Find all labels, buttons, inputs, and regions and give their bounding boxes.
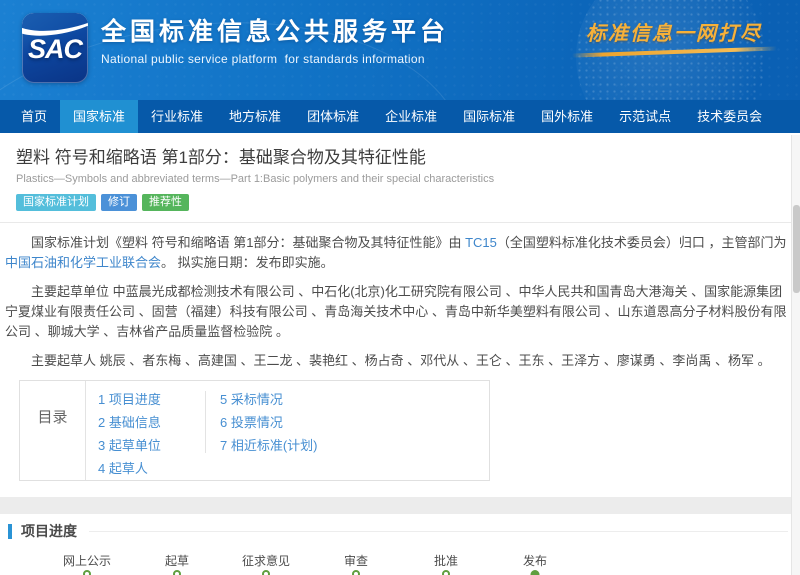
heading-rule	[89, 530, 788, 532]
scrollbar-track[interactable]	[791, 135, 800, 575]
toc-link-起草单位[interactable]: 3 起草单位	[98, 434, 205, 457]
badge-修订: 修订	[101, 194, 137, 211]
tc15-link[interactable]: TC15	[465, 235, 497, 250]
toc-link-采标情况[interactable]: 5 采标情况	[220, 388, 318, 411]
progress-heading: 项目进度	[21, 523, 77, 539]
toc-link-相近标准(计划)[interactable]: 7 相近标准(计划)	[220, 434, 318, 457]
toc-link-基础信息[interactable]: 2 基础信息	[98, 411, 205, 434]
nav-item-团体标准[interactable]: 团体标准	[294, 100, 372, 133]
standard-title-block: 塑料 符号和缩略语 第1部分：基础聚合物及其特征性能 Plastics—Symb…	[0, 133, 800, 211]
scrollbar-thumb[interactable]	[793, 205, 800, 293]
badge-推荐性: 推荐性	[142, 194, 189, 211]
summary-paragraph-drafting-units: 主要起草单位 中蓝晨光成都检测技术有限公司 、中石化(北京)化工研究院有限公司 …	[5, 284, 787, 339]
site-header: SAC 全国标准信息公共服务平台 National public service…	[0, 0, 800, 100]
timeline-step-dot	[530, 570, 540, 575]
app: SAC 全国标准信息公共服务平台 National public service…	[0, 0, 800, 575]
sac-logo-text: SAC	[27, 34, 83, 64]
badges: 国家标准计划 修订 推荐性	[16, 194, 784, 211]
site-title: 全国标准信息公共服务平台	[101, 18, 450, 46]
nav-item-示范试点[interactable]: 示范试点	[606, 100, 684, 133]
timeline-step-label: 征求意见	[241, 554, 291, 568]
slogan: 标准信息一网打尽	[558, 17, 790, 58]
toc-col-2: 5 采标情况 6 投票情况 7 相近标准(计划)	[220, 388, 318, 480]
timeline-step-label: 发布	[522, 554, 548, 568]
nav-item-技术委员会[interactable]: 技术委员会	[684, 100, 775, 133]
toc-columns: 1 项目进度 2 基础信息 3 起草单位 4 起草人 5 采标情况 6 投票情况 7 相近…	[86, 381, 318, 480]
p1-text: 。 拟实施日期：发布即实施。	[161, 255, 334, 270]
badge-国家标准计划: 国家标准计划	[16, 194, 96, 211]
timeline-step-dot	[442, 570, 450, 575]
summary-paragraph-drafters: 主要起草人 姚辰 、者东梅 、高建国 、王二龙 、裴艳红 、杨占奇 、邓代从 、…	[31, 353, 771, 368]
summary-paragraph-1: 国家标准计划《塑料 符号和缩略语 第1部分：基础聚合物及其特征性能》由 TC15…	[5, 233, 790, 273]
toc-column-divider	[205, 391, 206, 453]
page-title-english: Plastics—Symbols and abbreviated terms—P…	[16, 173, 495, 185]
nav-item-首页[interactable]: 首页	[8, 100, 60, 133]
nav-item-地方标准[interactable]: 地方标准	[216, 100, 294, 133]
timeline-step-dot	[83, 570, 91, 575]
nav-item-国外标准[interactable]: 国外标准	[528, 100, 606, 133]
nav-item-企业标准[interactable]: 企业标准	[372, 100, 450, 133]
main-nav: 首页 国家标准 行业标准 地方标准 团体标准 企业标准 国际标准 国外标准 示范试点 技术委员会	[0, 100, 800, 133]
timeline-step-label: 审查	[343, 554, 369, 568]
toc-col-1: 1 项目进度 2 基础信息 3 起草单位 4 起草人	[98, 388, 205, 480]
timeline-step-dot	[262, 570, 270, 575]
sac-logo[interactable]: SAC	[22, 13, 88, 83]
page-title: 塑料 符号和缩略语 第1部分：基础聚合物及其特征性能	[16, 148, 426, 167]
toc-link-项目进度[interactable]: 1 项目进度	[98, 388, 205, 411]
timeline-step-label: 网上公示	[62, 554, 112, 568]
p1-text: （全国塑料标准化技术委员会）归口 ，主管部门为	[496, 235, 787, 250]
progress-heading-row: 项目进度	[8, 521, 792, 541]
authority-link[interactable]: 中国石油和化学工业联合会	[5, 255, 161, 270]
timeline-step-dot	[352, 570, 360, 575]
timeline-step-dot	[173, 570, 181, 575]
heading-accent-bar	[8, 523, 12, 539]
nav-item-国家标准[interactable]: 国家标准	[60, 100, 139, 133]
p1-text: 国家标准计划《塑料 符号和缩略语 第1部分：基础聚合物及其特征性能》由	[31, 235, 466, 250]
toc-link-投票情况[interactable]: 6 投票情况	[220, 411, 318, 434]
timeline-step-label: 批准	[433, 554, 459, 568]
brand: 全国标准信息公共服务平台 National public service pla…	[101, 13, 449, 66]
section-separator	[0, 497, 800, 514]
summary-section: 国家标准计划《塑料 符号和缩略语 第1部分：基础聚合物及其特征性能》由 TC15…	[0, 223, 800, 371]
nav-item-国际标准[interactable]: 国际标准	[450, 100, 528, 133]
slogan-underline	[571, 46, 777, 58]
progress-section: 项目进度 网上公示 起草 征求意见 审查 批准 发布	[0, 514, 800, 575]
timeline: 网上公示 起草 征求意见 审查 批准 发布	[8, 552, 792, 575]
timeline-step-label: 起草	[164, 554, 190, 568]
nav-item-行业标准[interactable]: 行业标准	[138, 100, 216, 133]
toc-link-起草人[interactable]: 4 起草人	[98, 457, 205, 480]
toc-label: 目录	[20, 381, 86, 480]
site-subtitle: National public service platform for sta…	[101, 52, 425, 66]
toc-box: 目录 1 项目进度 2 基础信息 3 起草单位 4 起草人 5 采标情况 6 投票情况 7…	[19, 380, 490, 481]
slogan-text: 标准信息一网打尽	[586, 23, 762, 45]
